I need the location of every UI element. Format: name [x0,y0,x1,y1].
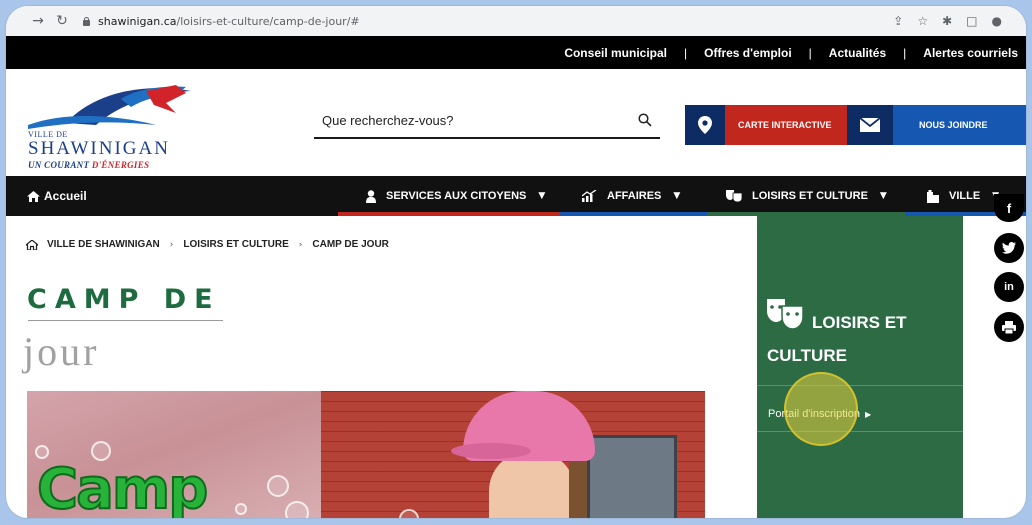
search-bar [314,109,660,139]
user-icon [366,189,376,203]
nav-services[interactable]: SERVICES AUX CITOYENS ▼ [366,176,545,216]
carte-interactive-label: CARTE INTERACTIVE [738,120,832,130]
separator: | [684,45,688,60]
envelope-icon-box [847,105,893,145]
map-pin-icon-box [685,105,725,145]
chevron-right-icon: › [169,239,174,250]
hero-window [587,435,677,518]
extensions-icon[interactable]: ✱ [942,14,952,28]
bubble [285,501,309,518]
shawinigan-logo[interactable]: VILLE DE SHAWINIGAN UN COURANT D'ÉNERGIE… [26,81,206,171]
sidebar-title-line1: LOISIRS ET [812,313,907,332]
hero-cap-brim [451,443,531,459]
printer-icon [1002,320,1016,334]
reload-icon[interactable]: ↻ [50,13,74,29]
nav-ville[interactable]: VILLE ▼ [927,176,999,216]
profile-icon[interactable]: ● [992,14,1002,28]
link-conseil-municipal[interactable]: Conseil municipal [564,46,667,60]
url-path: /loisirs-et-culture/camp-de-jour/# [176,14,360,28]
bubble [267,475,289,497]
linkedin-glyph: in [1004,281,1014,293]
breadcrumb-current: CAMP DE JOUR [312,239,389,250]
link-actualites[interactable]: Actualités [829,46,886,60]
sidepanel-icon[interactable]: □ [966,14,977,28]
page-title-line1: CAMP DE [27,284,221,315]
home-icon [27,190,40,202]
hero-camp-text: Camp [36,456,209,518]
search-icon[interactable] [638,113,652,127]
nav-loisirs[interactable]: LOISIRS ET CULTURE ▼ [726,176,887,216]
logo-tagline-part1: UN COURANT [28,160,92,170]
chevron-down-icon: ▼ [673,191,681,201]
logo-tagline: UN COURANT D'ÉNERGIES [28,160,149,170]
title-divider [28,320,223,321]
theater-masks-icon [767,299,804,334]
print-icon[interactable] [994,312,1024,342]
sidebar-loisirs: LOISIRS ET CULTURE Portail d'inscription… [757,216,963,518]
breadcrumb-loisirs[interactable]: LOISIRS ET CULTURE [183,239,288,250]
utility-bar: Conseil municipal | Offres d'emploi | Ac… [6,36,1026,69]
link-offres-emploi[interactable]: Offres d'emploi [704,46,792,60]
sidebar-divider [757,431,963,432]
bookmark-star-icon[interactable]: ☆ [917,14,928,28]
chevron-down-icon: ▼ [879,191,887,201]
logo-swoosh-icon [28,85,191,129]
nav-services-label: SERVICES AUX CITOYENS [386,190,527,202]
twitter-icon[interactable] [994,233,1024,263]
nous-joindre-label: NOUS JOINDRE [919,120,988,130]
map-pin-icon [698,116,712,134]
hero-image: Camp [27,391,705,518]
caret-right-icon: ▶ [864,409,872,419]
cursor-highlight [784,372,858,446]
chart-growth-icon [582,190,597,202]
sidebar-title-line2: CULTURE [767,346,847,365]
hero-child-face [489,451,575,518]
facebook-glyph: f [1006,200,1012,216]
nav-accueil-label: Accueil [44,189,87,203]
nav-loisirs-label: LOISIRS ET CULTURE [752,190,868,202]
bubble [235,503,247,515]
page-title-line2: jour [23,329,100,374]
chevron-down-icon: ▼ [538,191,546,201]
lock-icon [82,16,91,26]
search-input[interactable] [322,113,622,128]
share-icon[interactable]: ⇪ [893,14,903,28]
nav-affaires[interactable]: AFFAIRES ▼ [582,176,680,216]
address-bar[interactable]: shawinigan.ca /loisirs-et-culture/camp-d… [82,15,882,28]
nav-affaires-label: AFFAIRES [607,190,662,202]
nav-ville-label: VILLE [949,190,981,202]
site-header: VILLE DE SHAWINIGAN UN COURANT D'ÉNERGIE… [6,69,1026,176]
home-icon[interactable] [26,239,38,250]
nav-underline-blue [560,212,707,216]
browser-toolbar: → ↻ shawinigan.ca /loisirs-et-culture/ca… [6,6,1026,36]
separator: | [808,45,812,60]
main-navigation: Accueil SERVICES AUX CITOYENS ▼ AFFAIRES… [6,176,1026,216]
envelope-icon [860,118,880,132]
chevron-right-icon: › [298,239,303,250]
nav-underline-red [338,212,560,216]
building-icon [927,189,939,203]
carte-interactive-button[interactable]: CARTE INTERACTIVE [685,105,847,145]
logo-tagline-part2: D'ÉNERGIES [91,160,150,170]
sidebar-divider [757,385,963,386]
browser-window: → ↻ shawinigan.ca /loisirs-et-culture/ca… [6,6,1026,518]
logo-name: SHAWINIGAN [28,138,170,159]
breadcrumb-ville[interactable]: VILLE DE SHAWINIGAN [47,239,160,250]
linkedin-icon[interactable]: in [994,272,1024,302]
nous-joindre-button[interactable]: NOUS JOINDRE [847,105,1026,145]
nav-accueil[interactable]: Accueil [27,176,87,216]
theater-masks-icon [726,190,742,202]
twitter-bird-icon [1002,242,1016,254]
separator: | [903,45,907,60]
forward-icon[interactable]: → [26,13,50,29]
url-domain: shawinigan.ca [98,14,177,28]
browser-icons: ⇪ ☆ ✱ □ ● [893,14,1002,28]
facebook-icon[interactable]: f [994,194,1024,222]
link-alertes-courriels[interactable]: Alertes courriels [923,46,1018,60]
breadcrumb: VILLE DE SHAWINIGAN › LOISIRS ET CULTURE… [26,239,389,250]
